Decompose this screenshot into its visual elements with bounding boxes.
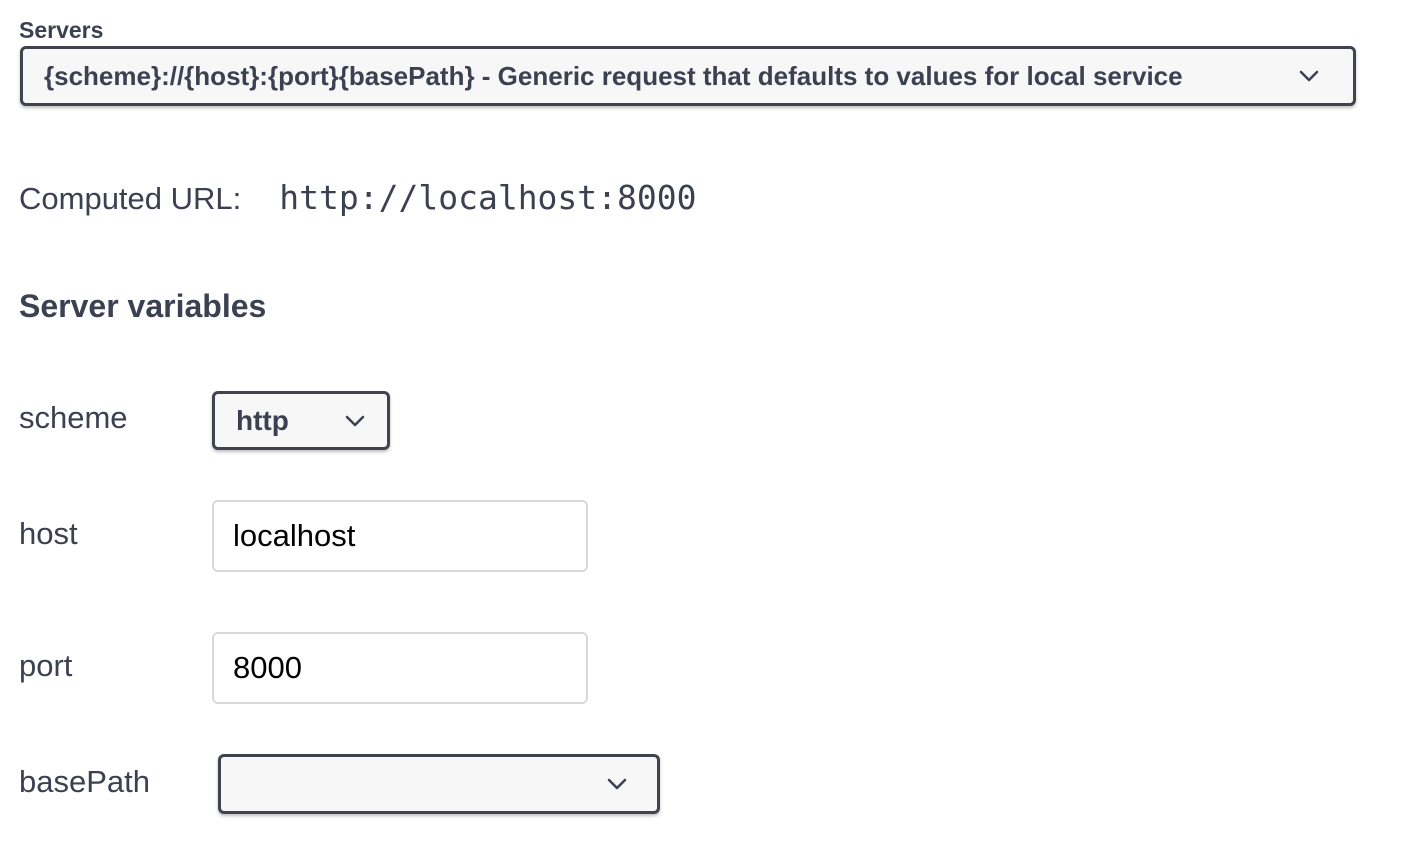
scheme-select[interactable]: http — [212, 391, 390, 450]
chevron-down-icon — [1299, 69, 1319, 83]
servers-select-value: {scheme}://{host}:{port}{basePath} - Gen… — [44, 60, 1183, 91]
servers-panel: Servers {scheme}://{host}:{port}{basePat… — [0, 0, 1406, 858]
port-label: port — [19, 648, 73, 683]
port-input[interactable] — [212, 632, 588, 704]
basepath-select[interactable] — [218, 754, 660, 814]
scheme-select-value: http — [236, 404, 289, 436]
server-variables-title: Server variables — [19, 288, 267, 324]
chevron-down-icon — [607, 777, 627, 791]
computed-url-value: http://localhost:8000 — [279, 178, 697, 217]
computed-url-label: Computed URL: — [19, 181, 242, 216]
servers-select[interactable]: {scheme}://{host}:{port}{basePath} - Gen… — [20, 46, 1356, 106]
scheme-label: scheme — [19, 400, 128, 435]
chevron-down-icon — [345, 414, 365, 428]
host-label: host — [19, 516, 78, 551]
servers-label: Servers — [19, 17, 104, 43]
computed-url-row: Computed URL: http://localhost:8000 — [19, 178, 697, 217]
host-input[interactable] — [212, 500, 588, 572]
basepath-label: basePath — [19, 764, 150, 799]
